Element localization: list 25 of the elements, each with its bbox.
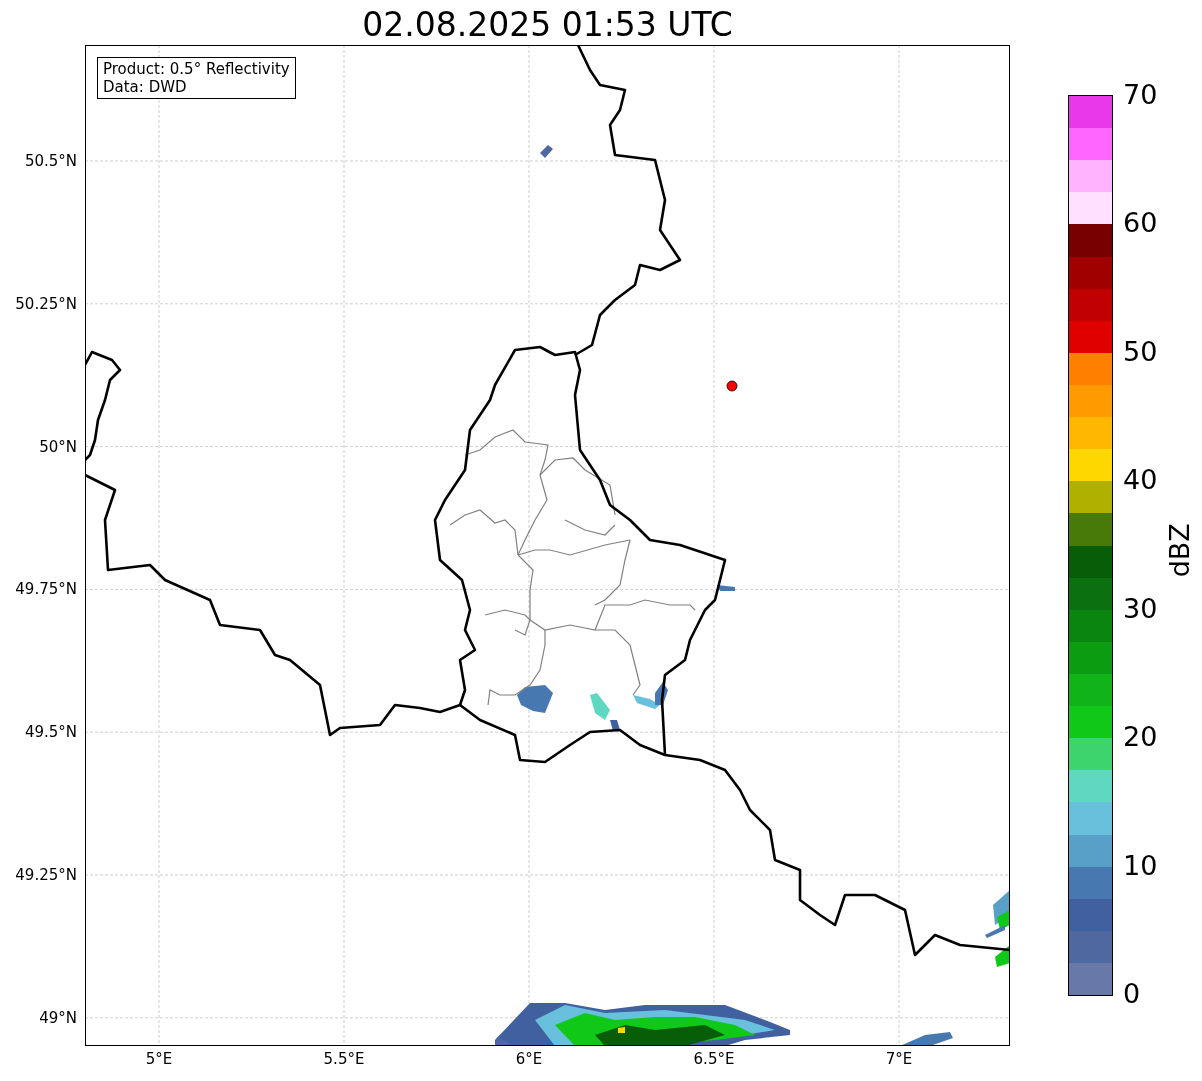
latitude-label: 50.5°N (24, 152, 77, 170)
latitude-label: 49°N (39, 1008, 77, 1027)
latitude-label: 49.75°N (15, 580, 77, 599)
longitude-label: 6.5°E (693, 1050, 735, 1068)
colorbar-tick-label: 20 (1123, 722, 1158, 753)
chart-title: 02.08.2025 01:53 UTC (361, 4, 734, 46)
colorbar-tick-label: 0 (1123, 979, 1141, 1009)
longitude-label: 6°E (515, 1050, 543, 1068)
latitude-label: 50°N (39, 437, 77, 456)
colorbar-tick-label: 30 (1123, 593, 1158, 624)
colorbar-tick-label: 50 (1123, 336, 1158, 367)
latitude-label: 49.5°N (24, 723, 77, 742)
longitude-label: 5°E (145, 1050, 173, 1068)
colorbar-label: dBZ (1162, 522, 1196, 578)
location-marker (726, 380, 738, 392)
colorbar-tick-label: 60 (1123, 208, 1158, 239)
info-text: Data: DWD (103, 78, 188, 96)
longitude-label: 5.5°E (323, 1050, 365, 1068)
longitude-label: 7°E (885, 1050, 913, 1068)
colorbar-tick-label: 40 (1123, 465, 1158, 496)
info-text: Product: 0.5° Reflectivity (103, 60, 290, 78)
colorbar-tick-label: 70 (1123, 80, 1158, 110)
latitude-label: 50.25°N (15, 294, 77, 313)
latitude-label: 49.25°N (15, 866, 77, 884)
colorbar-tick-label: 10 (1123, 850, 1158, 881)
